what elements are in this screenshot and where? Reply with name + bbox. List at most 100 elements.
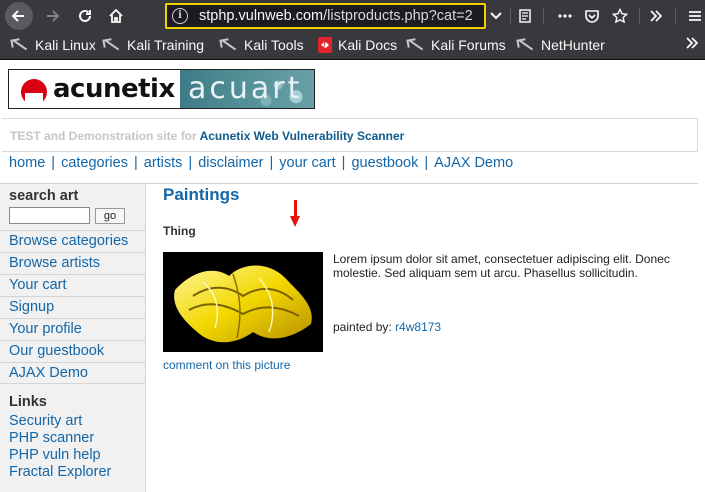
banner-text: TEST and Demonstration site for Acunetix… <box>10 129 404 143</box>
sidebar-item-ajax-demo[interactable]: AJAX Demo <box>0 362 145 384</box>
product-image[interactable] <box>163 252 323 352</box>
back-button[interactable] <box>5 2 33 30</box>
page-title: Paintings <box>163 185 240 204</box>
bookmark-kali-docs[interactable]: Kali Docs <box>316 37 397 53</box>
pocket-button[interactable] <box>578 2 606 30</box>
browser-toolbar: i stphp.vulnweb.com/listproducts.php?cat… <box>0 0 705 32</box>
home-button[interactable] <box>102 2 130 30</box>
bookmark-label: NetHunter <box>541 37 605 53</box>
site-info-icon[interactable]: i <box>172 8 188 24</box>
site-banner: TEST and Demonstration site for Acunetix… <box>2 118 698 152</box>
painter-link[interactable]: r4w8173 <box>395 320 441 334</box>
reader-view-button[interactable] <box>511 2 539 30</box>
kali-dragon-icon <box>517 37 535 53</box>
nav-disclaimer[interactable]: disclaimer <box>198 155 263 171</box>
acunetix-mark-icon <box>21 79 47 105</box>
chevron-down-icon <box>490 12 502 20</box>
sidebar-links: Browse categories Browse artists Your ca… <box>0 230 145 384</box>
bookmark-kali-linux[interactable]: Kali Linux <box>11 37 96 53</box>
url-path: /listproducts.php?cat=2 <box>323 8 473 24</box>
sidebar-item-signup[interactable]: Signup <box>0 296 145 318</box>
logo-brand-text: acunetix <box>53 74 175 104</box>
acunetix-logo: acunetix <box>9 70 180 108</box>
kali-dragon-icon <box>407 37 425 53</box>
web-page: acunetix acuart TEST and Demonstration s… <box>0 61 705 492</box>
external-links: Security art PHP scanner PHP vuln help F… <box>9 413 111 481</box>
sidebar-item-browse-artists[interactable]: Browse artists <box>0 252 145 274</box>
comment-link[interactable]: comment on this picture <box>163 358 290 372</box>
acuart-logo: acuart <box>180 70 314 108</box>
forward-button[interactable] <box>38 2 66 30</box>
sidebar-item-your-profile[interactable]: Your profile <box>0 318 145 340</box>
bookmark-label: Kali Tools <box>244 37 304 53</box>
bookmarks-overflow-button[interactable] <box>685 36 699 55</box>
pocket-icon <box>585 10 599 23</box>
painted-by-label: painted by: <box>333 320 392 334</box>
bookmark-kali-tools[interactable]: Kali Tools <box>220 37 304 53</box>
nav-guestbook[interactable]: guestbook <box>351 155 418 171</box>
nav-separator: | <box>269 155 274 171</box>
reload-button[interactable] <box>71 2 99 30</box>
double-chevron-right-icon <box>686 37 699 49</box>
hamburger-menu-button[interactable] <box>681 2 705 30</box>
logo-product-text: acuart <box>188 71 303 106</box>
url-bar[interactable]: i stphp.vulnweb.com/listproducts.php?cat… <box>165 3 486 29</box>
url-dropdown-button[interactable] <box>482 2 510 30</box>
top-navigation: home | categories | artists | disclaimer… <box>9 155 513 171</box>
forward-arrow-icon <box>47 10 60 22</box>
sidebar-item-browse-categories[interactable]: Browse categories <box>0 230 145 252</box>
bookmark-kali-training[interactable]: Kali Training <box>103 37 204 53</box>
bookmark-star-button[interactable] <box>606 2 634 30</box>
nav-separator: | <box>424 155 429 171</box>
bookmark-label: Kali Training <box>127 37 205 53</box>
page-actions-button[interactable] <box>551 2 579 30</box>
kali-dragon-icon <box>103 37 121 53</box>
links-section-title: Links <box>9 394 47 410</box>
nav-home[interactable]: home <box>9 155 45 171</box>
double-chevron-right-icon <box>650 10 663 22</box>
nav-separator: | <box>341 155 346 171</box>
fractal-painting-image <box>163 252 323 352</box>
more-dots-icon <box>558 14 572 18</box>
banner-scanner-link[interactable]: Acunetix Web Vulnerability Scanner <box>200 129 405 143</box>
overflow-menu-button[interactable] <box>642 2 670 30</box>
product-description: Lorem ipsum dolor sit amet, consectetuer… <box>333 252 670 280</box>
red-arrow-annotation <box>290 200 300 230</box>
kali-dragon-icon <box>220 37 238 53</box>
bookmark-kali-forums[interactable]: Kali Forums <box>407 37 506 53</box>
sidebar: search art go Browse categories Browse a… <box>0 184 146 492</box>
url-host: stphp.vulnweb.com <box>199 8 324 24</box>
painted-by: painted by: r4w8173 <box>333 320 441 334</box>
back-arrow-icon <box>11 10 24 22</box>
reload-icon <box>79 9 91 22</box>
nav-artists[interactable]: artists <box>144 155 183 171</box>
nav-your-cart[interactable]: your cart <box>279 155 335 171</box>
home-icon <box>109 8 123 23</box>
link-security-art[interactable]: Security art <box>9 413 111 430</box>
link-php-scanner[interactable]: PHP scanner <box>9 430 111 447</box>
search-art-title: search art <box>9 188 79 204</box>
sidebar-item-guestbook[interactable]: Our guestbook <box>0 340 145 362</box>
hamburger-icon <box>689 11 701 21</box>
search-go-button[interactable]: go <box>95 208 125 224</box>
bookmark-label: Kali Forums <box>431 37 506 53</box>
star-icon <box>612 8 628 24</box>
link-php-vuln-help[interactable]: PHP vuln help <box>9 447 111 464</box>
bookmark-label: Kali Docs <box>338 37 398 53</box>
site-logo[interactable]: acunetix acuart <box>8 69 315 109</box>
sidebar-item-your-cart[interactable]: Your cart <box>0 274 145 296</box>
nav-separator: | <box>188 155 193 171</box>
bookmarks-bar: Kali Linux Kali Training Kali Tools Kali… <box>0 32 705 60</box>
url-text[interactable]: stphp.vulnweb.com/listproducts.php?cat=2 <box>199 8 473 24</box>
product-title-link[interactable]: Thing <box>163 224 196 238</box>
bookmark-nethunter[interactable]: NetHunter <box>517 37 605 53</box>
nav-ajax-demo[interactable]: AJAX Demo <box>434 155 513 171</box>
kali-dragon-icon <box>11 37 29 53</box>
bookmark-label: Kali Linux <box>35 37 96 53</box>
kali-docs-icon <box>318 37 332 53</box>
nav-categories[interactable]: categories <box>61 155 128 171</box>
link-fractal-explorer[interactable]: Fractal Explorer <box>9 464 111 481</box>
banner-prefix: TEST and Demonstration site for <box>10 129 197 143</box>
nav-separator: | <box>51 155 56 171</box>
search-input[interactable] <box>9 207 90 224</box>
